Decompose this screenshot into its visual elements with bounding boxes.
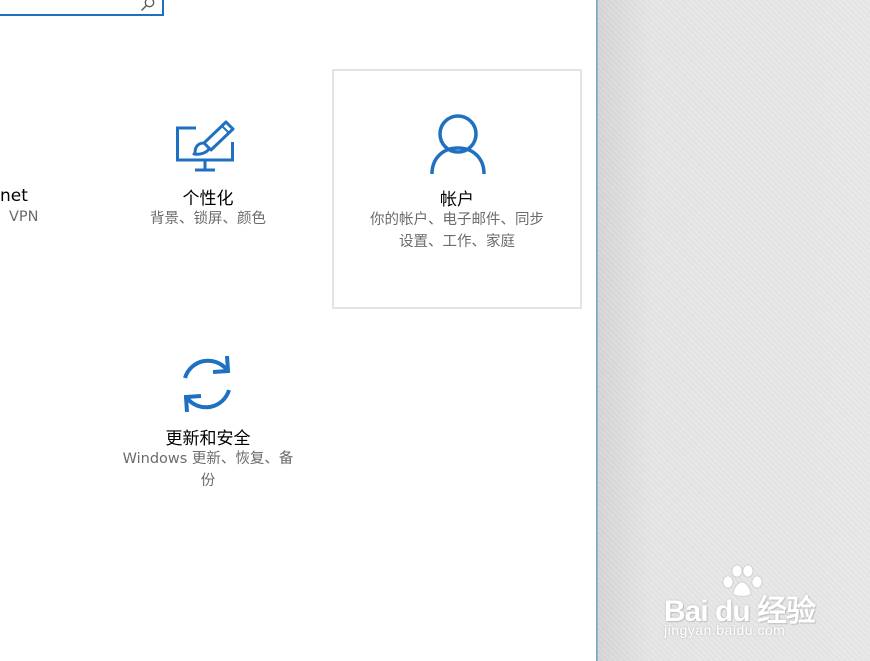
tile-desc: 你的帐户、电子邮件、同步 [370,212,544,228]
search-input[interactable] [0,0,164,16]
tile-title: 帐户 [440,190,474,210]
tile-title: 更新和安全 [165,429,251,449]
tile-personalization[interactable]: 个性化 背景、锁屏、颜色 [88,70,328,308]
tile-desc: 份 [200,473,216,489]
tile-update-security[interactable]: 更新和安全 Windows 更新、恢复、备 份 [88,310,328,510]
search-icon[interactable] [140,0,156,12]
watermark-url: jingyan.baidu.com [664,622,786,638]
screen: net VPN 个性化 背景、锁屏、颜色 帐户 你的帐户、电子邮件、同步 设置、… [0,0,870,661]
tile-title: net [0,186,28,206]
sync-arrows-icon [175,352,239,420]
tile-desc: VPN [9,209,39,225]
tile-desc: 设置、工作、家庭 [399,234,515,250]
tile-network-internet[interactable]: net VPN [0,180,50,240]
person-icon [429,113,487,179]
personalization-icon [176,120,236,178]
tile-title: 个性化 [182,189,234,209]
watermark: Bai du 经验 jingyan.baidu.com [662,562,842,642]
tile-accounts[interactable]: 帐户 你的帐户、电子邮件、同步 设置、工作、家庭 [332,69,582,309]
tile-desc: 背景、锁屏、颜色 [150,211,266,227]
settings-window: net VPN 个性化 背景、锁屏、颜色 帐户 你的帐户、电子邮件、同步 设置、… [0,0,597,661]
tile-desc: Windows 更新、恢复、备 [122,451,294,467]
